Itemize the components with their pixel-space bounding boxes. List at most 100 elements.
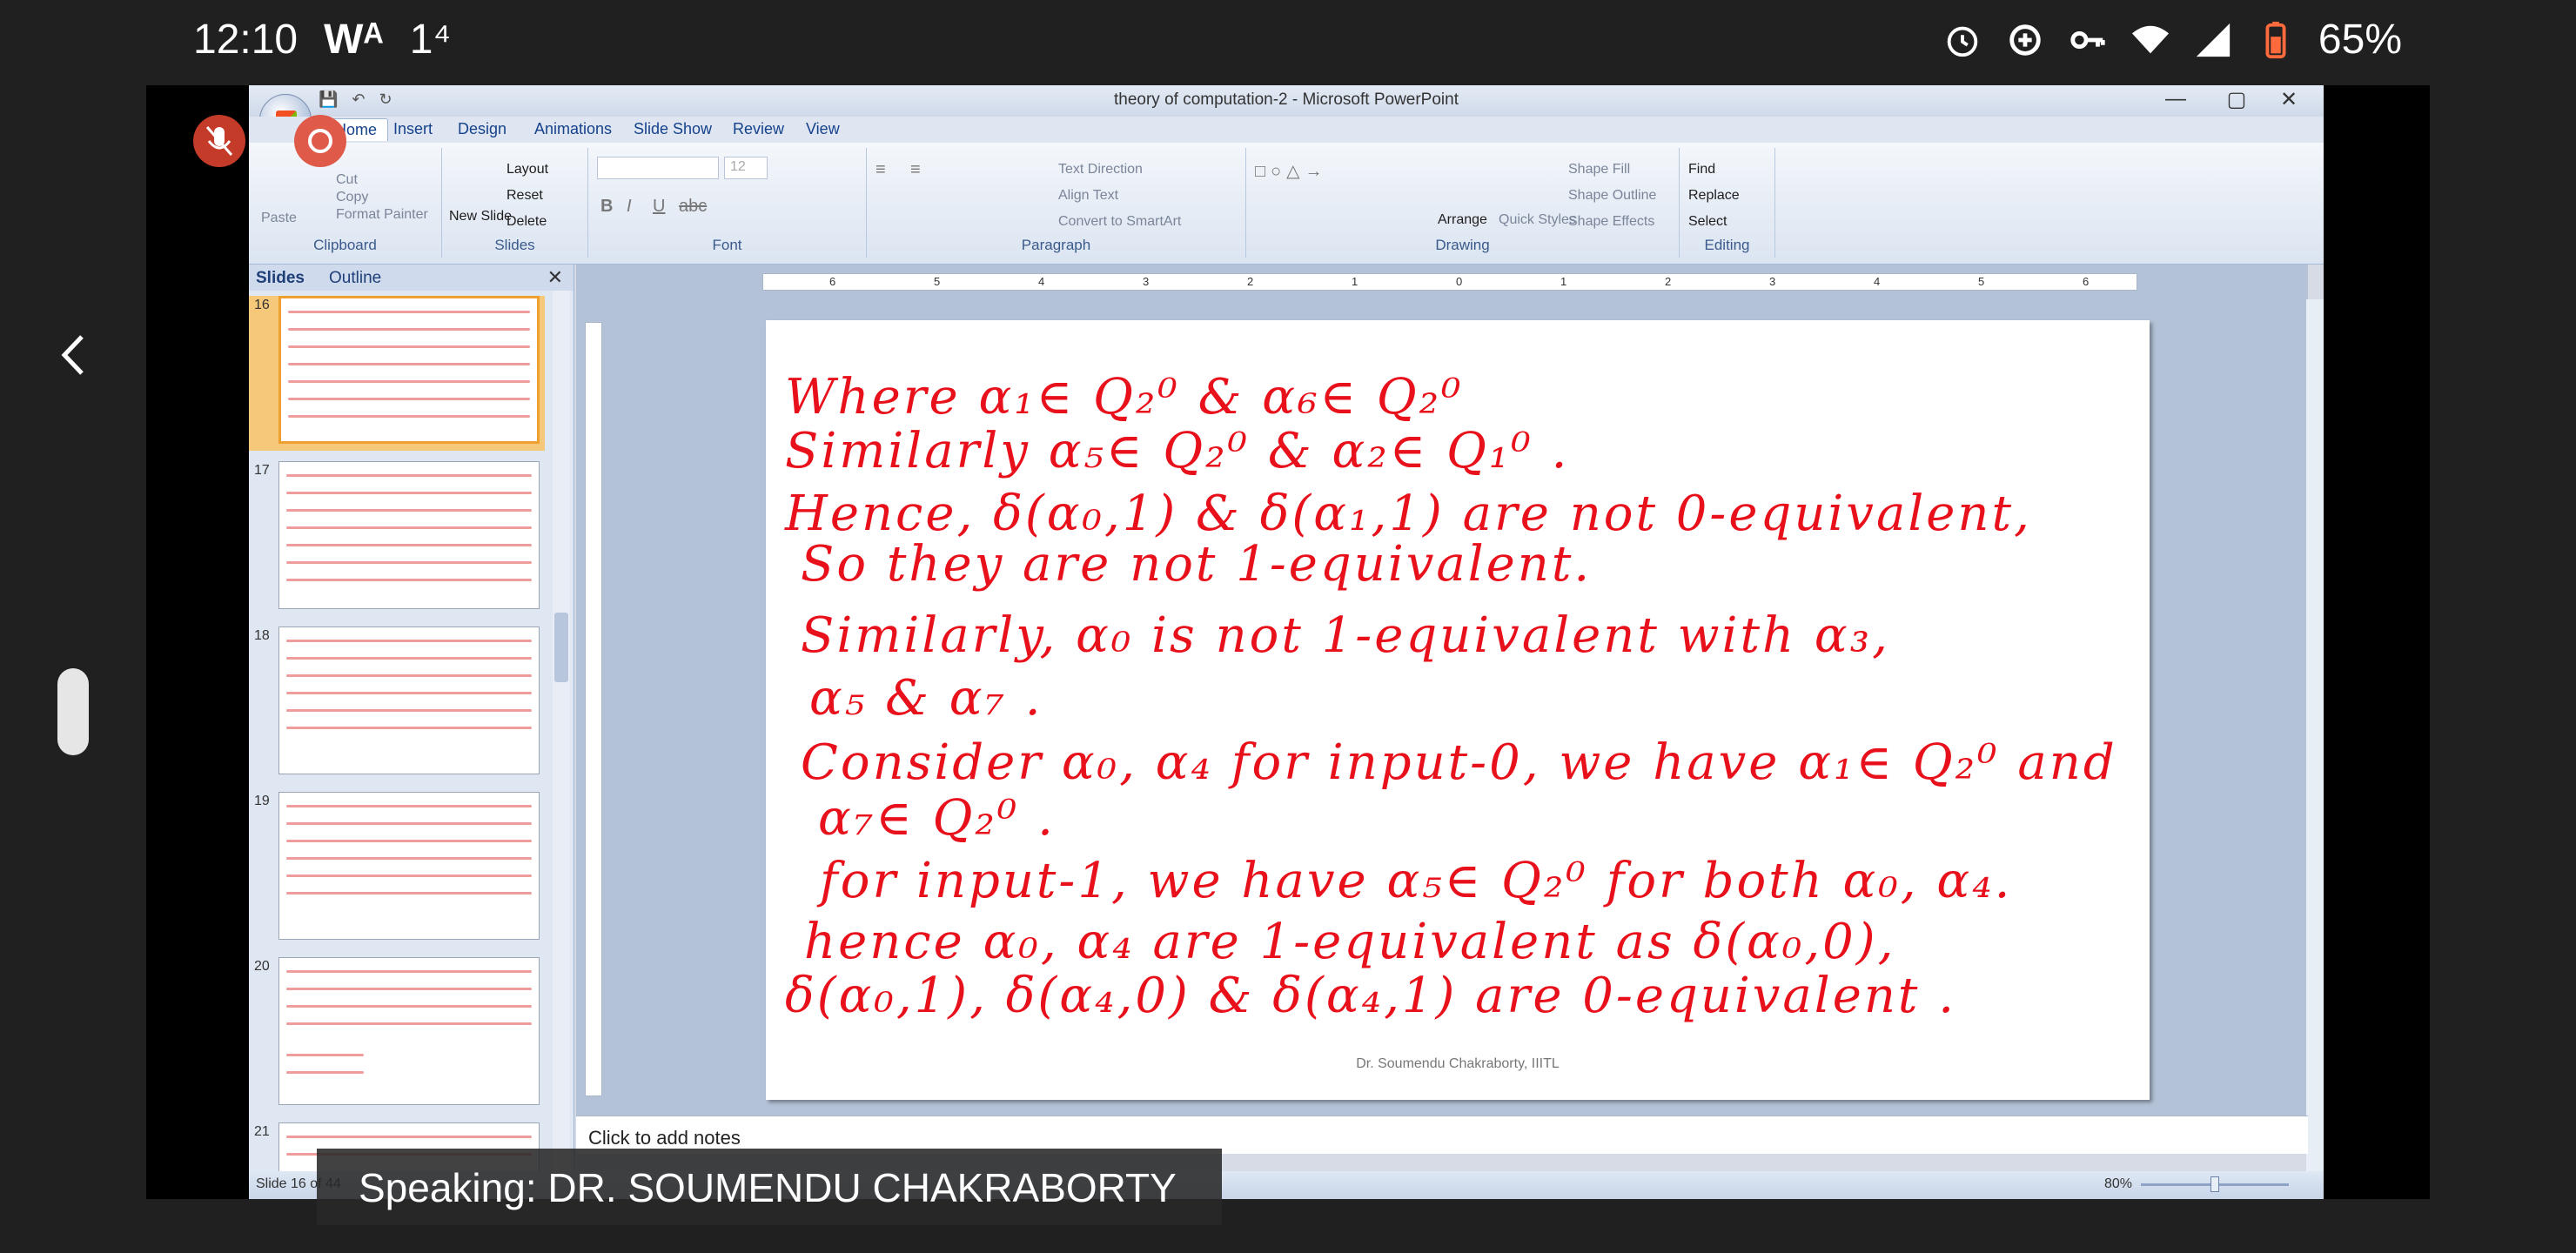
editing-group: Find Replace Select Editing <box>1680 148 1775 258</box>
ribbon: Paste Cut Copy Format Painter Clipboard … <box>249 143 2324 265</box>
handwritten-line: hence α₀, α₄ are 1-equivalent as δ(α₀,0)… <box>804 914 1896 970</box>
italic-icon[interactable]: I <box>627 197 632 217</box>
tab-slide-show[interactable]: Slide Show <box>634 120 712 138</box>
slide-number: 18 <box>254 628 270 643</box>
slide-scrollbar[interactable] <box>2306 299 2324 1196</box>
drawing-group: □○△→ Arrange Quick Styles Shape Fill Sha… <box>1246 148 1680 258</box>
slide-number: 21 <box>254 1124 270 1139</box>
battery-percent: 65% <box>2318 17 2402 63</box>
slide-number: 16 <box>254 298 270 312</box>
slide-thumbnail-17[interactable]: 17 <box>249 461 545 616</box>
phone-status-bar: 12:10 Wᴬ 1⁴ 65% <box>0 0 2576 85</box>
pane-scroll-thumb[interactable] <box>554 613 568 682</box>
shapes-gallery-icon[interactable]: □○△→ <box>1255 160 1328 182</box>
arrange-button[interactable]: Arrange <box>1438 212 1487 228</box>
drawing-label: Drawing <box>1435 237 1490 253</box>
reset-button[interactable]: Reset <box>506 188 543 204</box>
record-button[interactable] <box>294 115 346 167</box>
font-size-box[interactable]: 12 <box>724 157 768 179</box>
new-slide-button[interactable]: New Slide <box>449 209 512 224</box>
slides-label: Slides <box>494 237 535 253</box>
tab-design[interactable]: Design <box>458 120 506 138</box>
pane-scrollbar[interactable] <box>553 291 570 1178</box>
copy-button[interactable]: Copy <box>336 190 368 205</box>
tab-outline[interactable]: Outline <box>329 269 381 288</box>
slide-thumbnail-image <box>278 461 540 609</box>
minimize-button[interactable]: — <box>2150 87 2202 111</box>
numbering-icon[interactable]: ≡ <box>910 160 921 180</box>
cut-button[interactable]: Cut <box>336 172 358 188</box>
tab-review[interactable]: Review <box>733 120 784 138</box>
paragraph-label: Paragraph <box>1021 237 1091 253</box>
shape-effects-button[interactable]: Shape Effects <box>1568 214 1654 230</box>
slide-thumbnail-image <box>278 296 540 444</box>
quick-styles-button[interactable]: Quick Styles <box>1499 212 1576 228</box>
find-button[interactable]: Find <box>1688 162 1715 178</box>
right-screen-bar <box>2430 85 2576 1253</box>
zoom-slider-knob[interactable] <box>2210 1176 2219 1192</box>
paste-button[interactable]: Paste <box>261 211 297 226</box>
mic-muted-button[interactable] <box>193 115 245 167</box>
shape-fill-button[interactable]: Shape Fill <box>1568 162 1630 178</box>
side-drag-handle[interactable] <box>57 668 89 755</box>
shape-outline-button[interactable]: Shape Outline <box>1568 188 1656 204</box>
slide-footer: Dr. Soumendu Chakraborty, IIITL <box>1356 1056 1560 1071</box>
format-painter-button[interactable]: Format Painter <box>336 207 428 223</box>
restore-button[interactable]: ▢ <box>2210 87 2263 112</box>
data-saver-icon <box>2009 23 2041 56</box>
layout-button[interactable]: Layout <box>506 162 548 178</box>
slide-thumbnail-20[interactable]: 20 <box>249 957 545 1112</box>
replace-button[interactable]: Replace <box>1688 188 1740 204</box>
tab-slides[interactable]: Slides <box>256 269 305 288</box>
handwritten-line: α₅ & α₇ . <box>809 670 1043 727</box>
vpn-key-icon <box>2070 30 2105 49</box>
ribbon-tabs: Home Insert Design Animations Slide Show… <box>249 117 2324 143</box>
alarm-icon <box>1947 26 1978 57</box>
title-bar: 💾 ↶ ↻ theory of computation-2 - Microsof… <box>249 85 2324 117</box>
wb-notification-icon: Wᴬ <box>324 17 384 63</box>
notification-count-icon: 1⁴ <box>409 17 452 63</box>
speaker-caption: Speaking: DR. SOUMENDU CHAKRABORTY <box>317 1149 1222 1225</box>
slide-number: 20 <box>254 959 270 974</box>
slides-pane: Slides Outline ✕ 16 17 18 19 20 21 <box>249 265 574 1182</box>
align-text-button[interactable]: Align Text <box>1058 188 1118 204</box>
strikethrough-icon[interactable]: abc <box>679 197 707 217</box>
mic-off-icon <box>205 126 233 156</box>
select-button[interactable]: Select <box>1688 214 1727 230</box>
notes-placeholder: Click to add notes <box>588 1127 741 1149</box>
powerpoint-window: 💾 ↶ ↻ theory of computation-2 - Microsof… <box>249 85 2324 1199</box>
back-chevron-icon[interactable] <box>57 333 89 377</box>
speaker-caption-text: Speaking: DR. SOUMENDU CHAKRABORTY <box>359 1165 1177 1210</box>
tab-view[interactable]: View <box>806 120 840 138</box>
slide-thumbnail-image <box>278 957 540 1105</box>
slides-group: New Slide Layout Reset Delete Slides <box>442 148 588 258</box>
tab-insert[interactable]: Insert <box>393 120 433 138</box>
slide-thumbnail-image <box>278 792 540 940</box>
slide-thumbnail-19[interactable]: 19 <box>249 792 545 947</box>
slide-number: 17 <box>254 463 270 478</box>
close-button[interactable]: ✕ <box>2263 87 2315 112</box>
bullets-icon[interactable]: ≡ <box>875 160 886 180</box>
slide-number: 19 <box>254 794 270 808</box>
pane-close-icon[interactable]: ✕ <box>547 266 563 289</box>
zoom-level[interactable]: 80% <box>2104 1176 2132 1192</box>
font-label: Font <box>712 237 742 253</box>
handwritten-line: Hence, δ(α₀,1) & δ(α₁,1) are not 0-equiv… <box>785 486 2032 542</box>
battery-icon <box>2265 21 2286 58</box>
underline-icon[interactable]: U <box>653 197 665 217</box>
slide-thumbnail-18[interactable]: 18 <box>249 626 545 781</box>
text-direction-button[interactable]: Text Direction <box>1058 162 1143 178</box>
delete-button[interactable]: Delete <box>506 214 547 230</box>
vertical-ruler <box>585 322 602 1096</box>
handwritten-line: α₇∈ Q₂⁰ . <box>818 790 1056 847</box>
font-name-box[interactable] <box>597 157 719 179</box>
convert-smartart-button[interactable]: Convert to SmartArt <box>1058 214 1181 230</box>
slide-thumbnail-16[interactable]: 16 <box>249 296 545 451</box>
bold-icon[interactable]: B <box>600 197 613 217</box>
tab-animations[interactable]: Animations <box>534 120 612 138</box>
record-icon <box>308 129 332 153</box>
handwritten-line: δ(α₀,1), δ(α₄,0) & δ(α₄,1) are 0-equival… <box>785 968 1957 1024</box>
paragraph-group: ≡ ≡ Text Direction Align Text Convert to… <box>867 148 1246 258</box>
slide-canvas[interactable]: Where α₁∈ Q₂⁰ & α₆∈ Q₂⁰ Similarly α₅∈ Q₂… <box>766 320 2150 1100</box>
handwritten-line: So they are not 1-equivalent. <box>801 536 1593 593</box>
